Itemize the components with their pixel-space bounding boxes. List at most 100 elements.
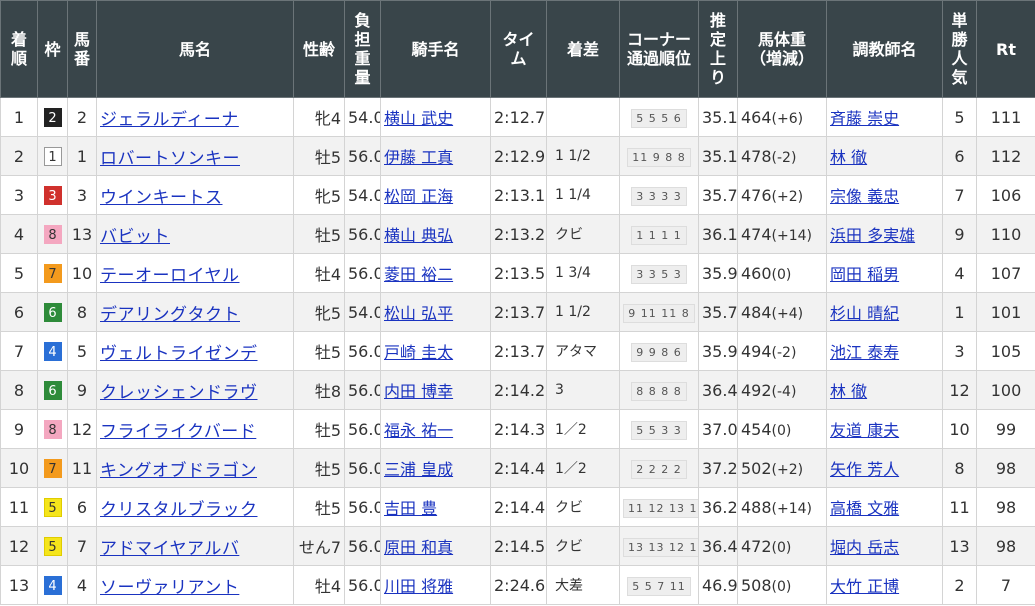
trainer-link[interactable]: 林 徹 xyxy=(830,382,867,401)
trainer-link[interactable]: 堀内 岳志 xyxy=(830,538,899,557)
corner-cell: 9 11 11 8 xyxy=(619,292,699,332)
last3f-cell: 35.7 xyxy=(698,292,738,332)
jockey-link[interactable]: 原田 和真 xyxy=(384,538,453,557)
horse-name-cell: キングオブドラゴン xyxy=(96,448,294,488)
trainer-link[interactable]: 宗像 義忠 xyxy=(830,187,899,206)
time-cell: 2:24.6 xyxy=(490,565,547,605)
horse-name-link[interactable]: テーオーロイヤル xyxy=(100,266,240,286)
trainer-link[interactable]: 林 徹 xyxy=(830,148,867,167)
last3f-cell: 35.1 xyxy=(698,136,738,176)
horse-name-cell: クレッシェンドラヴ xyxy=(96,370,294,410)
body-weight-value: 454 xyxy=(741,419,772,439)
jockey-link[interactable]: 松岡 正海 xyxy=(384,187,453,206)
trainer-link[interactable]: 杉山 晴紀 xyxy=(830,304,899,323)
horse-name-link[interactable]: ウインキートス xyxy=(100,188,223,208)
margin-cell: 大差 xyxy=(546,565,620,605)
header-sex-age: 性齢 xyxy=(293,0,345,98)
sex-age-cell: 牡5 xyxy=(293,409,345,449)
trainer-link[interactable]: 友道 康夫 xyxy=(830,421,899,440)
corner-positions: 11 12 13 11 xyxy=(623,498,698,518)
popularity-cell: 1 xyxy=(942,292,977,332)
umaban-cell: 2 xyxy=(67,97,97,137)
trainer-cell: 池江 泰寿 xyxy=(826,331,943,371)
popularity-cell: 3 xyxy=(942,331,977,371)
trainer-link[interactable]: 大竹 正博 xyxy=(830,577,899,596)
waku-cell: 2 xyxy=(37,97,68,137)
sex-age-cell: 牡5 xyxy=(293,331,345,371)
horse-name-link[interactable]: ヴェルトライゼンデ xyxy=(100,344,258,364)
horse-name-link[interactable]: キングオブドラゴン xyxy=(100,461,257,481)
corner-positions: 2 2 2 2 xyxy=(631,459,687,479)
margin-cell: クビ xyxy=(546,526,620,566)
table-row: 13 4 4 ソーヴァリアント 牡4 56.0 川田 将雅 2:24.6 大差 … xyxy=(0,565,1035,605)
body-weight-cell: 472(0) xyxy=(737,526,827,566)
jockey-link[interactable]: 川田 将雅 xyxy=(384,577,453,596)
trainer-link[interactable]: 矢作 芳人 xyxy=(830,460,899,479)
table-row: 11 5 6 クリスタルブラック 牡5 56.0 吉田 豊 2:14.4 クビ … xyxy=(0,487,1035,527)
jockey-link[interactable]: 内田 博幸 xyxy=(384,382,453,401)
body-weight-value: 502 xyxy=(741,458,772,478)
umaban-cell: 7 xyxy=(67,526,97,566)
horse-name-cell: ヴェルトライゼンデ xyxy=(96,331,294,371)
popularity-cell: 8 xyxy=(942,448,977,488)
body-weight-change: (0) xyxy=(771,422,792,439)
waku-badge: 5 xyxy=(43,537,62,556)
horse-name-link[interactable]: ソーヴァリアント xyxy=(100,578,239,598)
jockey-link[interactable]: 松山 弘平 xyxy=(384,304,453,323)
rank-cell: 8 xyxy=(0,370,38,410)
horse-name-link[interactable]: ロバートソンキー xyxy=(100,149,240,169)
jockey-link[interactable]: 菱田 裕二 xyxy=(384,265,453,284)
horse-name-link[interactable]: アドマイヤアルバ xyxy=(100,539,239,559)
body-weight-cell: 474(+14) xyxy=(737,214,827,254)
body-weight-value: 474 xyxy=(741,224,772,244)
header-rt: Rt xyxy=(976,0,1035,98)
trainer-link[interactable]: 浜田 多実雄 xyxy=(830,226,915,245)
trainer-link[interactable]: 岡田 稲男 xyxy=(830,265,899,284)
trainer-cell: 大竹 正博 xyxy=(826,565,943,605)
jockey-cell: 原田 和真 xyxy=(380,526,491,566)
rt-cell: 99 xyxy=(976,409,1035,449)
trainer-link[interactable]: 池江 泰寿 xyxy=(830,343,899,362)
time-cell: 2:12.9 xyxy=(490,136,547,176)
waku-cell: 6 xyxy=(37,292,68,332)
horse-name-link[interactable]: フライライクバード xyxy=(100,422,256,442)
waku-badge: 4 xyxy=(43,576,62,595)
rt-cell: 98 xyxy=(976,448,1035,488)
weight-cell: 56.0 xyxy=(344,409,381,449)
popularity-cell: 11 xyxy=(942,487,977,527)
jockey-cell: 吉田 豊 xyxy=(380,487,491,527)
horse-name-link[interactable]: クリスタルブラック xyxy=(100,500,258,520)
body-weight-change: (-2) xyxy=(771,149,797,166)
trainer-cell: 浜田 多実雄 xyxy=(826,214,943,254)
margin-cell: 1／2 xyxy=(546,409,620,449)
horse-name-link[interactable]: クレッシェンドラヴ xyxy=(100,383,258,403)
body-weight-change: (-4) xyxy=(771,383,797,400)
horse-name-link[interactable]: ジェラルディーナ xyxy=(100,110,239,130)
jockey-link[interactable]: 戸崎 圭太 xyxy=(384,343,453,362)
jockey-link[interactable]: 吉田 豊 xyxy=(384,499,437,518)
weight-cell: 56.0 xyxy=(344,253,381,293)
corner-positions: 3 3 5 3 xyxy=(631,264,687,284)
waku-badge: 4 xyxy=(43,342,62,361)
body-weight-value: 472 xyxy=(741,536,772,556)
horse-name-link[interactable]: バビット xyxy=(100,227,170,247)
waku-cell: 7 xyxy=(37,253,68,293)
jockey-link[interactable]: 三浦 皇成 xyxy=(384,460,453,479)
jockey-link[interactable]: 福永 祐一 xyxy=(384,421,453,440)
trainer-link[interactable]: 高橋 文雅 xyxy=(830,499,899,518)
corner-positions: 9 11 11 8 xyxy=(623,303,695,323)
horse-name-link[interactable]: デアリングタクト xyxy=(100,305,240,325)
jockey-cell: 松山 弘平 xyxy=(380,292,491,332)
waku-cell: 7 xyxy=(37,448,68,488)
table-row: 10 7 11 キングオブドラゴン 牡5 56.0 三浦 皇成 2:14.4 1… xyxy=(0,448,1035,488)
jockey-link[interactable]: 横山 典弘 xyxy=(384,226,453,245)
horse-name-cell: ソーヴァリアント xyxy=(96,565,294,605)
table-row: 4 8 13 バビット 牡5 56.0 横山 典弘 2:13.2 クビ 1 1 … xyxy=(0,214,1035,254)
table-row: 2 1 1 ロバートソンキー 牡5 56.0 伊藤 工真 2:12.9 1 1/… xyxy=(0,136,1035,176)
body-weight-cell: 488(+14) xyxy=(737,487,827,527)
corner-positions: 5 5 3 3 xyxy=(631,420,687,440)
jockey-link[interactable]: 横山 武史 xyxy=(384,109,453,128)
jockey-link[interactable]: 伊藤 工真 xyxy=(384,148,453,167)
trainer-link[interactable]: 斉藤 崇史 xyxy=(830,109,899,128)
jockey-cell: 横山 典弘 xyxy=(380,214,491,254)
